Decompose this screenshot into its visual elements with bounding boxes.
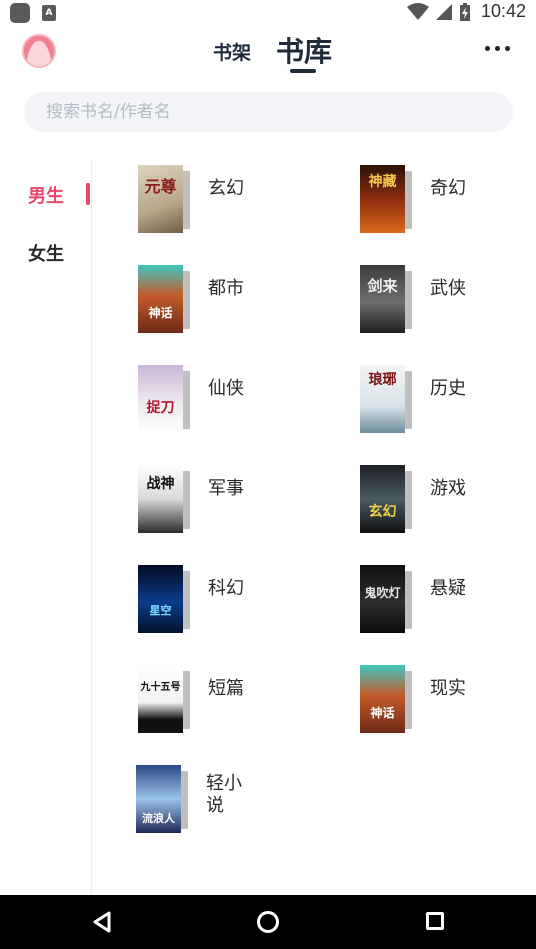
category-item[interactable]: 元尊 玄幻	[138, 165, 318, 237]
status-bar: A 10:42	[0, 0, 536, 26]
active-tab-indicator	[290, 69, 316, 73]
category-item[interactable]: 流浪人 轻小说	[136, 765, 316, 837]
book-cover: 捉刀	[138, 365, 190, 433]
search-input[interactable]	[24, 92, 513, 132]
category-label: 武侠	[430, 278, 466, 299]
category-item[interactable]: 星空 科幻	[138, 565, 318, 637]
book-cover: 剑来	[360, 265, 412, 333]
recents-icon[interactable]	[426, 912, 444, 930]
category-item[interactable]: 神藏 奇幻	[360, 165, 536, 237]
signal-icon	[435, 3, 452, 20]
header: 书架 书库	[0, 26, 536, 82]
category-item[interactable]: 九十五号 短篇	[138, 665, 318, 737]
book-cover: 神话	[138, 265, 190, 333]
book-cover: 神话	[360, 665, 412, 733]
category-item[interactable]: 神话 现实	[360, 665, 536, 737]
gender-sidebar: 男生 女生	[0, 160, 92, 895]
book-cover: 鬼吹灯	[360, 565, 412, 633]
book-cover: 流浪人	[136, 765, 188, 833]
category-item[interactable]: 琅琊 历史	[360, 365, 536, 437]
category-item[interactable]: 捉刀 仙侠	[138, 365, 318, 437]
book-cover: 星空	[138, 565, 190, 633]
home-icon[interactable]	[257, 911, 279, 933]
category-label: 科幻	[208, 578, 244, 599]
category-label: 现实	[430, 678, 466, 699]
category-label: 轻小说	[206, 773, 242, 816]
translate-app-icon: A	[42, 5, 56, 21]
back-icon[interactable]	[92, 911, 112, 933]
book-cover: 元尊	[138, 165, 190, 233]
book-cover: 玄幻	[360, 465, 412, 533]
category-item[interactable]: 战神 军事	[138, 465, 318, 537]
category-label: 都市	[208, 278, 244, 299]
status-time: 10:42	[480, 1, 526, 21]
more-horizontal-icon[interactable]	[485, 46, 510, 51]
book-cover: 战神	[138, 465, 190, 533]
book-cover: 神藏	[360, 165, 412, 233]
app-icon	[10, 3, 30, 23]
system-nav-bar	[0, 895, 536, 949]
sidebar-item-male[interactable]: 男生	[28, 182, 64, 208]
category-item[interactable]: 神话 都市	[138, 265, 318, 337]
book-cover: 琅琊	[360, 365, 412, 433]
sidebar-item-female[interactable]: 女生	[28, 240, 64, 266]
category-label: 历史	[430, 378, 466, 399]
category-label: 悬疑	[430, 578, 466, 599]
wifi-icon	[406, 2, 429, 20]
tab-bookshelf[interactable]: 书架	[213, 38, 251, 65]
category-item[interactable]: 玄幻 游戏	[360, 465, 536, 537]
category-label: 奇幻	[430, 178, 466, 199]
category-item[interactable]: 鬼吹灯 悬疑	[360, 565, 536, 637]
search-bar[interactable]	[24, 92, 513, 132]
category-item[interactable]: 剑来 武侠	[360, 265, 536, 337]
sidebar-active-indicator	[86, 183, 90, 205]
category-label: 仙侠	[208, 378, 244, 399]
avatar[interactable]	[22, 34, 56, 68]
battery-charging-icon	[459, 2, 470, 21]
category-label: 玄幻	[208, 178, 244, 199]
book-cover: 九十五号	[138, 665, 190, 733]
category-label: 游戏	[430, 478, 466, 499]
category-label: 军事	[208, 478, 244, 499]
tab-library[interactable]: 书库	[276, 30, 332, 70]
category-label: 短篇	[208, 678, 244, 699]
